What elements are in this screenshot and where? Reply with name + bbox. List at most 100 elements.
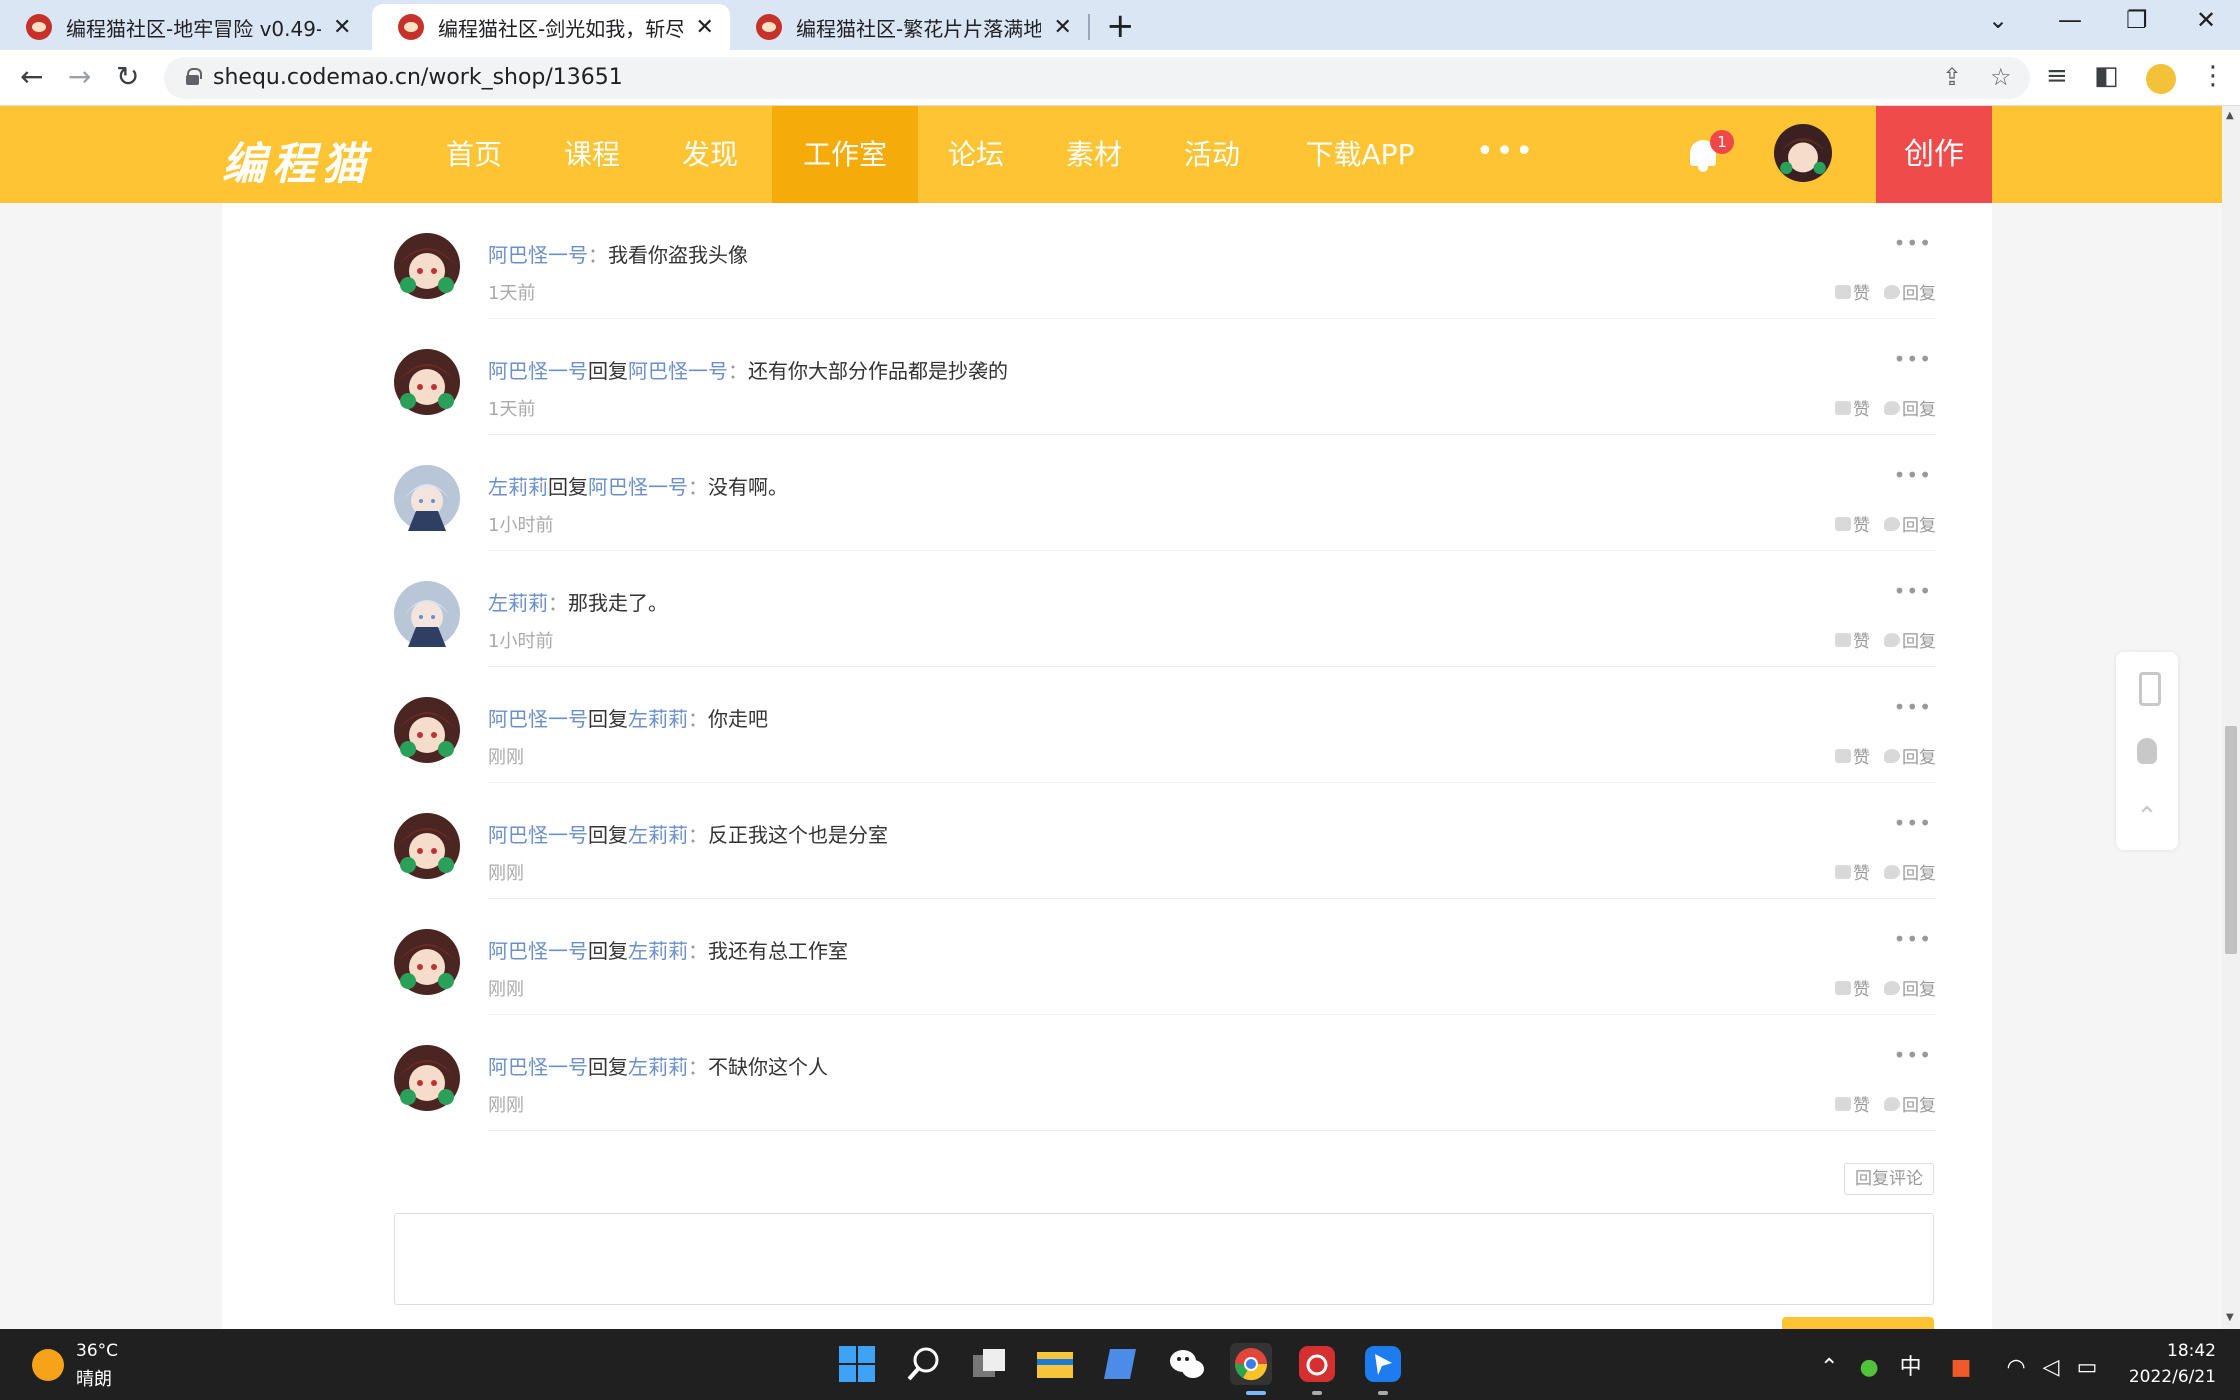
nav-download-app[interactable]: 下载APP (1296, 106, 1424, 203)
temperature[interactable]: 36°C (76, 1341, 118, 1361)
tab-close-icon[interactable]: ✕ (331, 15, 355, 40)
file-explorer-icon[interactable] (1034, 1343, 1076, 1385)
volume-icon[interactable]: ◁ (2043, 1355, 2060, 1380)
thumbs-up-icon[interactable] (1835, 516, 1851, 531)
reply-to-username[interactable]: 阿巴怪一号 (588, 475, 688, 499)
nav-materials[interactable]: 素材 (1048, 106, 1140, 203)
reply-to-username[interactable]: 左莉莉 (628, 823, 688, 847)
netease-music-icon[interactable] (1296, 1343, 1338, 1385)
restore-icon[interactable]: ❐ (2126, 6, 2148, 34)
browser-menu-icon[interactable]: ⋮ (2200, 61, 2226, 91)
window-close-icon[interactable]: ✕ (2196, 6, 2216, 34)
comment-username[interactable]: 阿巴怪一号 (488, 707, 588, 731)
nav-discover[interactable]: 发现 (664, 106, 756, 203)
nav-courses[interactable]: 课程 (546, 106, 638, 203)
comment-bubble-icon[interactable] (1884, 1096, 1900, 1111)
comment-bubble-icon[interactable] (1884, 748, 1900, 763)
scroll-up-arrow-icon[interactable]: ▲ (2226, 110, 2234, 121)
more-options-icon[interactable]: ••• (1894, 463, 1932, 487)
tab-close-icon[interactable]: ✕ (693, 15, 716, 40)
browser-tab-active[interactable]: 编程猫社区-剑光如我，斩尽牛杂 ✕ (372, 4, 730, 50)
side-panel-icon[interactable]: ◧ (2094, 61, 2119, 91)
site-logo[interactable]: 编程猫 (222, 128, 372, 192)
browser-tab[interactable]: 编程猫社区-繁花片片落满地-一起 ✕ (730, 4, 1088, 50)
tab-search-chevron-icon[interactable]: ⌄ (1988, 6, 2008, 34)
more-options-icon[interactable]: ••• (1894, 231, 1932, 255)
comment-bubble-icon[interactable] (1884, 632, 1900, 647)
more-options-icon[interactable]: ••• (1894, 347, 1932, 371)
reading-list-icon[interactable]: ≡ (2046, 61, 2068, 91)
thumbs-up-icon[interactable] (1835, 400, 1851, 415)
tab-close-icon[interactable]: ✕ (1051, 15, 1074, 40)
reply-button[interactable]: 回复 (1902, 743, 1936, 768)
comment-bubble-icon[interactable] (1884, 400, 1900, 415)
app-icon[interactable] (1100, 1343, 1142, 1385)
weather-description[interactable]: 晴朗 (76, 1365, 112, 1391)
create-button[interactable]: 创作 (1876, 106, 1992, 203)
nav-forum[interactable]: 论坛 (930, 106, 1022, 203)
reply-button[interactable]: 回复 (1902, 1091, 1936, 1116)
reply-to-username[interactable]: 左莉莉 (628, 1055, 688, 1079)
reply-comment-button[interactable]: 回复评论 (1844, 1163, 1934, 1195)
extension-avatar-icon[interactable] (2146, 64, 2176, 94)
sun-icon[interactable] (32, 1349, 64, 1381)
nav-workshop[interactable]: 工作室 (772, 106, 918, 203)
task-view-icon[interactable] (968, 1343, 1010, 1385)
comment-avatar[interactable] (394, 349, 460, 415)
clock-time[interactable]: 18:42 (2130, 1341, 2216, 1361)
like-button[interactable]: 赞 (1853, 1091, 1870, 1116)
comment-avatar[interactable] (394, 813, 460, 879)
feishu-icon[interactable] (1362, 1343, 1404, 1385)
wifi-icon[interactable]: ◠ (2006, 1355, 2025, 1380)
thumbs-up-icon[interactable] (1835, 980, 1851, 995)
back-icon[interactable]: ← (20, 60, 43, 93)
browser-tab[interactable]: 编程猫社区-地牢冒险 v0.49-少儿 ✕ (0, 4, 368, 50)
reply-button[interactable]: 回复 (1902, 859, 1936, 884)
address-bar[interactable]: shequ.codemao.cn/work_shop/13651 ⇪ ☆ (164, 57, 2030, 99)
like-button[interactable]: 赞 (1853, 511, 1870, 536)
more-icon[interactable]: ••• (1476, 134, 1535, 169)
forward-icon[interactable]: → (68, 60, 91, 93)
clock-date[interactable]: 2022/6/21 (2110, 1367, 2216, 1387)
chrome-icon[interactable] (1230, 1343, 1272, 1385)
thumbs-up-icon[interactable] (1835, 864, 1851, 879)
search-icon[interactable] (902, 1343, 944, 1385)
comment-avatar[interactable] (394, 929, 460, 995)
comment-username[interactable]: 阿巴怪一号 (488, 823, 588, 847)
like-button[interactable]: 赞 (1853, 743, 1870, 768)
share-icon[interactable]: ⇪ (1942, 63, 1962, 91)
minimize-icon[interactable]: — (2058, 6, 2082, 34)
start-menu-icon[interactable] (836, 1343, 878, 1385)
nav-events[interactable]: 活动 (1166, 106, 1258, 203)
reply-button[interactable]: 回复 (1902, 627, 1936, 652)
tray-app-icon[interactable]: ● (1859, 1355, 1878, 1380)
more-options-icon[interactable]: ••• (1894, 1043, 1932, 1067)
qq-icon[interactable] (2132, 738, 2162, 768)
show-hidden-icons-icon[interactable]: ⌃ (1820, 1355, 1838, 1380)
reply-button[interactable]: 回复 (1902, 395, 1936, 420)
ime-indicator[interactable]: 中 (1900, 1355, 1922, 1380)
reply-textarea[interactable] (394, 1213, 1934, 1305)
back-to-top-icon[interactable]: ⌃ (2132, 802, 2162, 832)
scrollbar-thumb[interactable] (2225, 726, 2237, 954)
reply-to-username[interactable]: 左莉莉 (628, 939, 688, 963)
reply-button[interactable]: 回复 (1902, 279, 1936, 304)
comment-avatar[interactable] (394, 581, 460, 647)
comment-username[interactable]: 阿巴怪一号 (488, 243, 588, 267)
like-button[interactable]: 赞 (1853, 395, 1870, 420)
comment-username[interactable]: 左莉莉 (488, 475, 548, 499)
comment-avatar[interactable] (394, 233, 460, 299)
more-options-icon[interactable]: ••• (1894, 811, 1932, 835)
comment-bubble-icon[interactable] (1884, 980, 1900, 995)
lock-icon[interactable] (186, 68, 202, 85)
comment-avatar[interactable] (394, 1045, 460, 1111)
sogou-icon[interactable]: ■ (1951, 1355, 1972, 1380)
like-button[interactable]: 赞 (1853, 279, 1870, 304)
comment-avatar[interactable] (394, 697, 460, 763)
comment-username[interactable]: 阿巴怪一号 (488, 1055, 588, 1079)
nav-home[interactable]: 首页 (428, 106, 520, 203)
like-button[interactable]: 赞 (1853, 859, 1870, 884)
like-button[interactable]: 赞 (1853, 975, 1870, 1000)
comment-username[interactable]: 阿巴怪一号 (488, 359, 588, 383)
url-text[interactable]: shequ.codemao.cn/work_shop/13651 (213, 65, 623, 90)
